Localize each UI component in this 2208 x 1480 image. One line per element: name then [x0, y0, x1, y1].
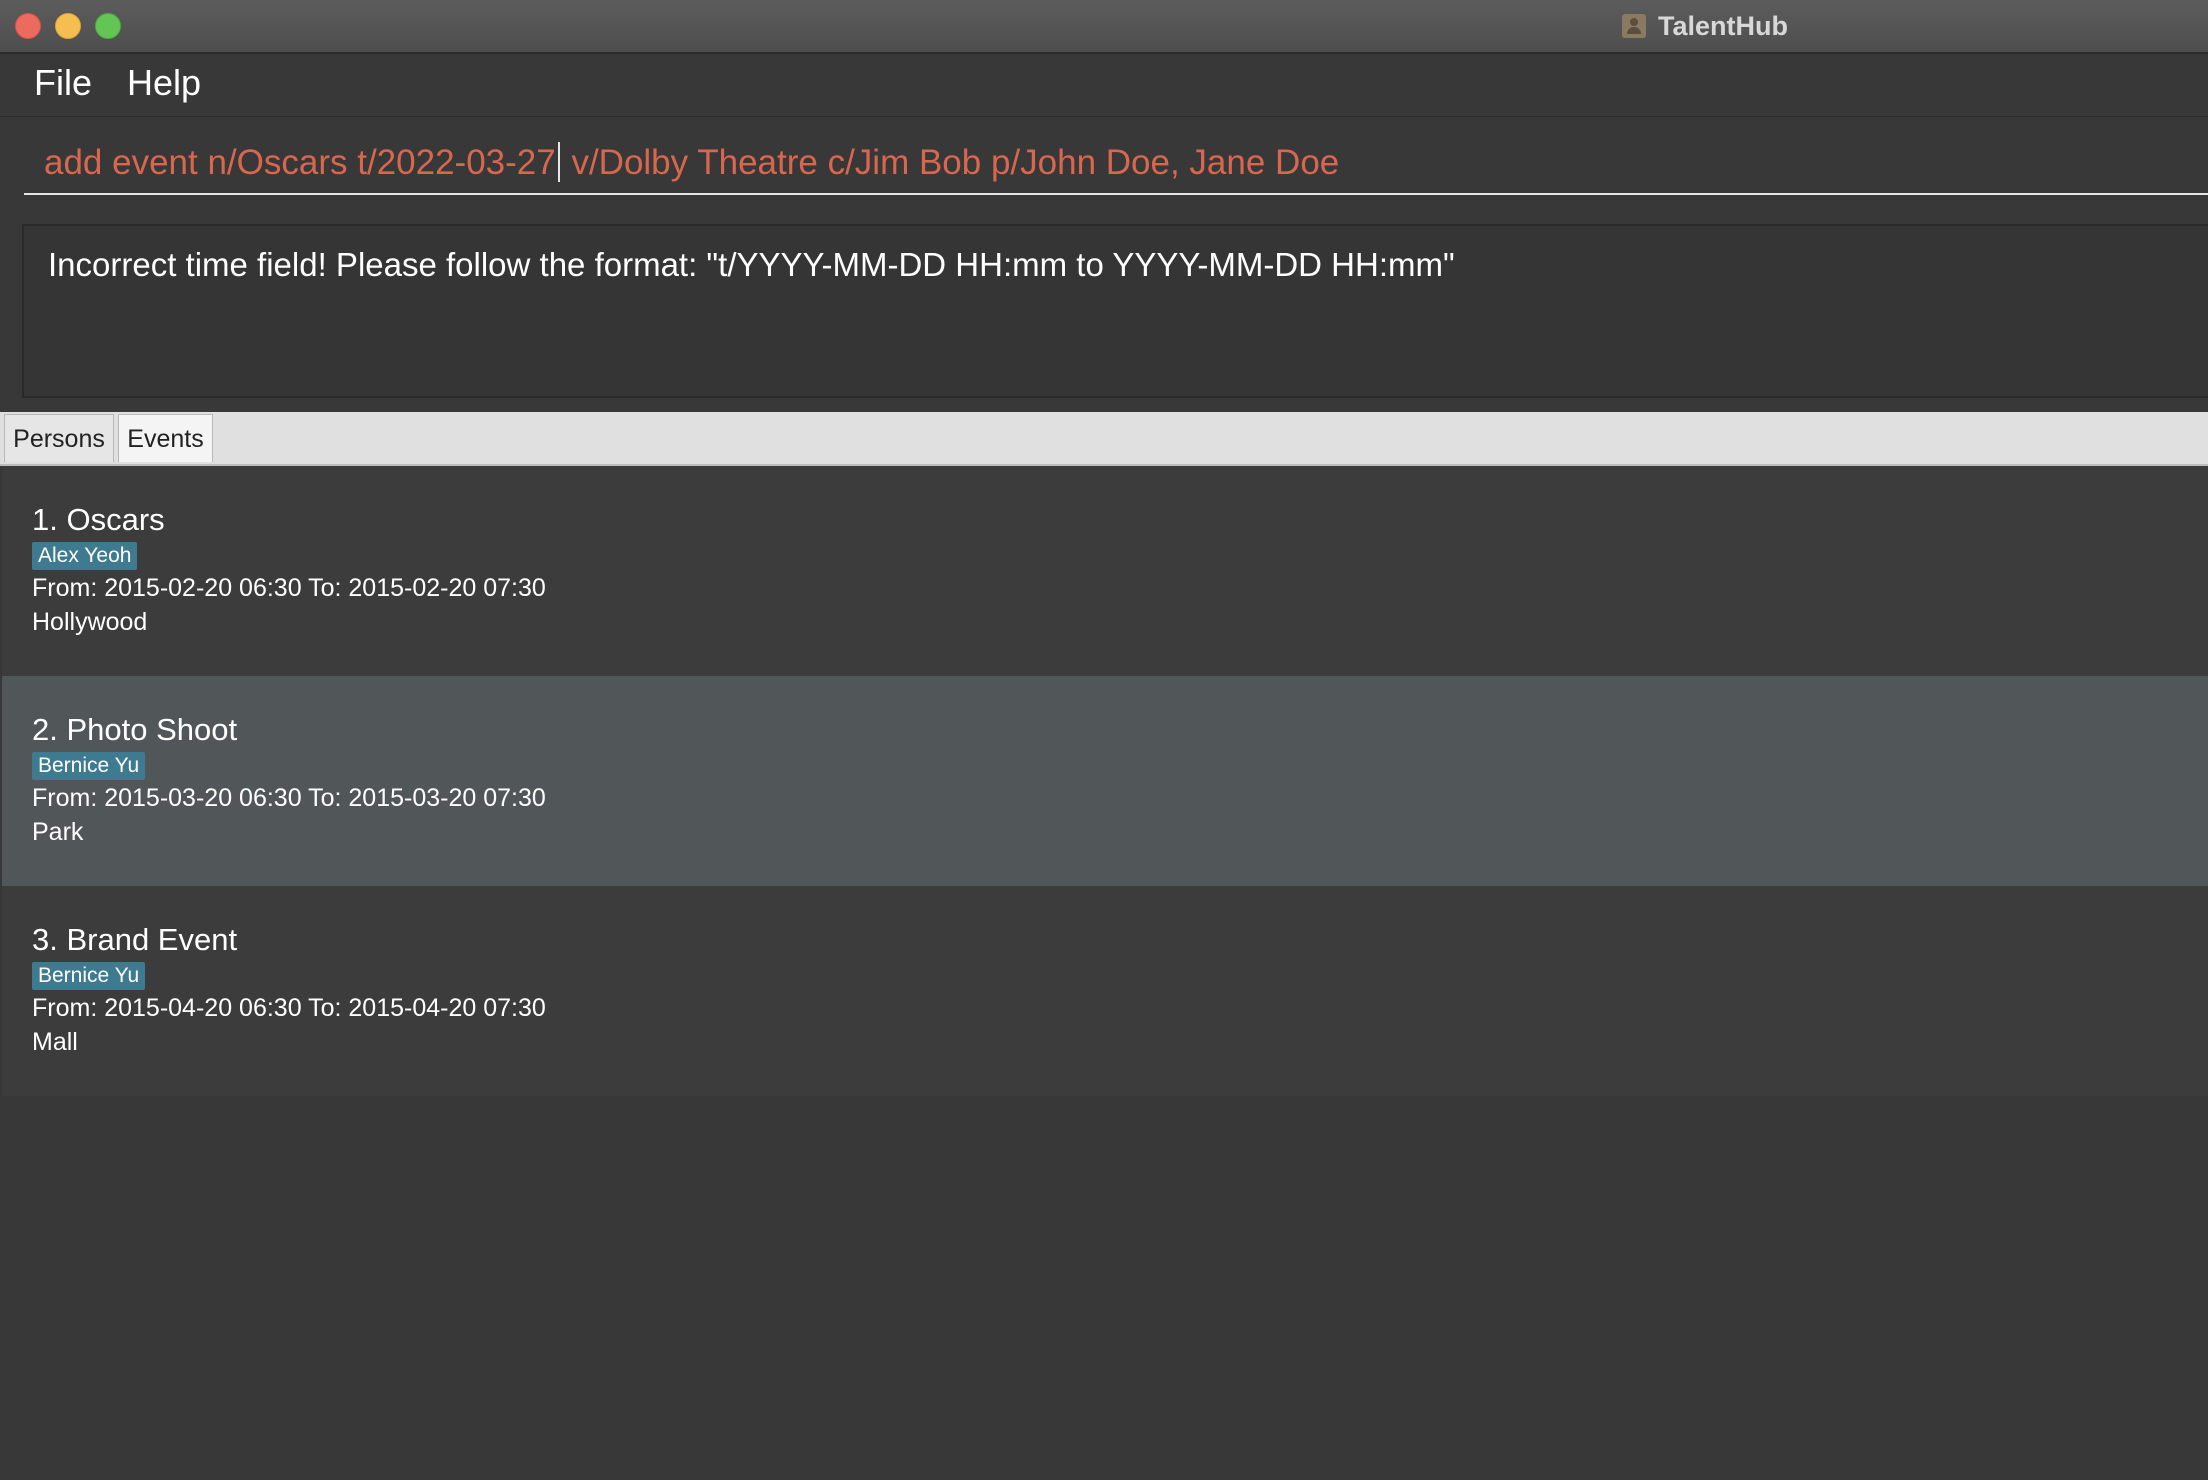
- event-venue: Hollywood: [32, 608, 148, 636]
- event-card[interactable]: 1. Oscars Alex Yeoh From: 2015-02-20 06:…: [2, 466, 2208, 676]
- tab-events[interactable]: Events: [118, 414, 213, 462]
- result-textarea[interactable]: Incorrect time field! Please follow the …: [22, 224, 2208, 398]
- event-list[interactable]: 1. Oscars Alex Yeoh From: 2015-02-20 06:…: [2, 466, 2208, 1480]
- menu-help[interactable]: Help: [123, 62, 205, 104]
- result-message: Incorrect time field! Please follow the …: [48, 246, 1455, 283]
- app-window: TalentHub File Help add event n/Oscars t…: [0, 0, 2208, 1480]
- event-time: From: 2015-02-20 06:30 To: 2015-02-20 07…: [32, 574, 546, 602]
- menu-file[interactable]: File: [30, 62, 96, 104]
- minimize-window-button[interactable]: [55, 13, 81, 39]
- result-display: Incorrect time field! Please follow the …: [0, 214, 2208, 410]
- command-text-before-caret: add event n/Oscars t/2022-03-27: [44, 143, 556, 182]
- maximize-window-button[interactable]: [95, 13, 121, 39]
- event-time: From: 2015-03-20 06:30 To: 2015-03-20 07…: [32, 784, 546, 812]
- close-window-button[interactable]: [15, 13, 41, 39]
- event-venue: Mall: [32, 1028, 78, 1056]
- event-contact-tag: Bernice Yu: [32, 752, 146, 780]
- event-title: 2. Photo Shoot: [32, 712, 238, 747]
- text-caret: [557, 142, 560, 182]
- window-title: TalentHub: [1658, 10, 1788, 41]
- event-contact-tag: Alex Yeoh: [32, 542, 138, 570]
- event-contact-tag: Bernice Yu: [32, 962, 146, 990]
- event-venue: Park: [32, 818, 84, 846]
- window-title-group: TalentHub: [1622, 8, 1788, 44]
- event-time: From: 2015-04-20 06:30 To: 2015-04-20 07…: [32, 994, 546, 1022]
- tab-bar: Persons Events: [0, 412, 2208, 466]
- event-title: 1. Oscars: [32, 502, 165, 537]
- tab-persons[interactable]: Persons: [4, 414, 114, 462]
- event-title: 3. Brand Event: [32, 922, 238, 957]
- command-box: add event n/Oscars t/2022-03-27 v/Dolby …: [0, 117, 2208, 213]
- event-card[interactable]: 3. Brand Event Bernice Yu From: 2015-04-…: [2, 886, 2208, 1096]
- app-icon: [1622, 14, 1646, 38]
- menu-bar: File Help: [0, 54, 2208, 117]
- command-input[interactable]: add event n/Oscars t/2022-03-27 v/Dolby …: [24, 137, 2208, 195]
- command-text-after-caret: v/Dolby Theatre c/Jim Bob p/John Doe, Ja…: [561, 143, 1340, 182]
- event-card[interactable]: 2. Photo Shoot Bernice Yu From: 2015-03-…: [2, 676, 2208, 886]
- title-bar[interactable]: TalentHub: [0, 0, 2208, 54]
